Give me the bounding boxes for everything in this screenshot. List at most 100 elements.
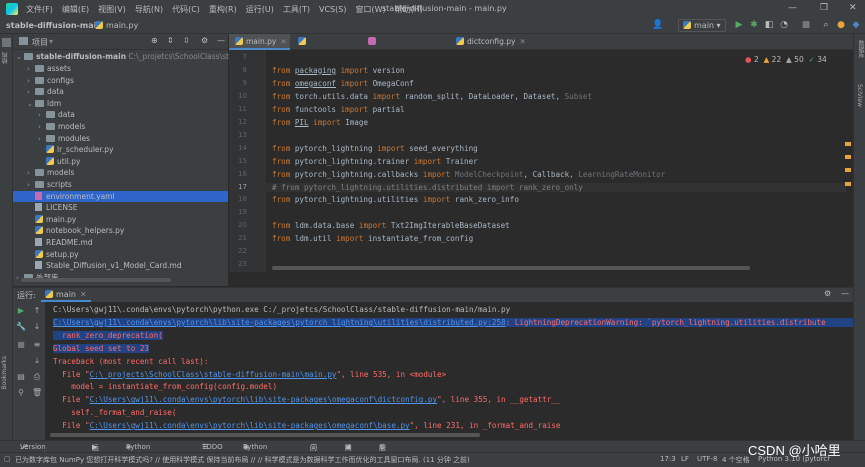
console-line[interactable]: File "C:\_projects\SchoolClass\stable-di… — [53, 370, 446, 379]
menu-item[interactable]: 文件(F) — [26, 4, 53, 15]
code-line[interactable]: from functools import partial — [272, 105, 405, 114]
down-icon[interactable]: ↓ — [32, 322, 42, 332]
tree-item[interactable]: › data — [13, 86, 228, 98]
tool-sciview-label[interactable]: SciView — [856, 84, 863, 107]
gear-icon[interactable]: ⚙ — [824, 289, 831, 298]
user-icon[interactable]: 👤 — [652, 20, 663, 30]
scroll-to-end-icon[interactable]: ⤓ — [32, 356, 42, 366]
file-encoding[interactable]: UTF-8 — [697, 455, 717, 463]
minimize-icon[interactable]: — — [788, 3, 797, 13]
menu-item[interactable]: 代码(C) — [172, 4, 200, 15]
run-config-tab[interactable]: main ✕ — [41, 289, 91, 302]
collapse-all-icon[interactable]: ⇳ — [183, 36, 190, 45]
close-icon[interactable]: ✕ — [280, 37, 286, 46]
error-stripe-marker[interactable] — [845, 182, 851, 186]
code-line[interactable]: from pytorch_lightning import seed_every… — [272, 144, 478, 153]
tree-item[interactable]: environment.yaml — [13, 190, 228, 203]
layout-icon[interactable]: ▤ — [16, 372, 26, 382]
coverage-icon[interactable]: ◧ — [764, 20, 774, 30]
editor-tab[interactable]: dictconfig.py ✕ — [450, 34, 528, 50]
wrench-icon[interactable]: 🔧 — [16, 322, 26, 332]
editor-tab[interactable]: distributed.py✕ — [292, 34, 361, 62]
tree-item[interactable]: › assets — [13, 63, 228, 75]
tree-item[interactable]: util.py — [13, 156, 228, 168]
console-file-link[interactable]: C:\Users\gwj11\.conda\envs\pytorch\lib\s… — [53, 318, 506, 327]
menu-item[interactable]: 视图(V) — [98, 4, 126, 15]
code-line[interactable]: from ldm.util import instantiate_from_co… — [272, 234, 473, 243]
tree-item[interactable]: Stable_Diffusion_v1_Model_Card.md — [13, 260, 228, 272]
console-line[interactable]: File "C:\Users\gwj11\.conda\envs\pytorch… — [53, 395, 560, 404]
tree-item[interactable]: lr_scheduler.py — [13, 144, 228, 156]
rerun-icon[interactable]: ▶ — [16, 306, 26, 316]
code-line[interactable]: from pytorch_lightning.callbacks import … — [272, 170, 665, 179]
expand-all-icon[interactable]: ⇕ — [167, 36, 174, 45]
tree-item[interactable]: README.md — [13, 237, 228, 249]
menu-item[interactable]: 导航(N) — [135, 4, 163, 15]
console-file-link[interactable]: C:\Users\gwj11\.conda\envs\pytorch\lib\s… — [90, 421, 410, 430]
tree-item[interactable]: ⌄ ldm — [13, 98, 228, 110]
console-line[interactable]: model = instantiate_from_config(config.m… — [53, 382, 277, 391]
code-line[interactable]: # from pytorch_lightning.utilities.distr… — [266, 182, 846, 192]
close-icon[interactable]: ✕ — [849, 3, 857, 13]
run-icon[interactable]: ▶ — [734, 20, 744, 30]
stop-icon[interactable]: ■ — [801, 20, 811, 30]
tree-item[interactable]: › modules — [13, 133, 228, 145]
maximize-icon[interactable]: ❐ — [820, 3, 828, 13]
menu-item[interactable]: 编辑(E) — [62, 4, 89, 15]
stop-icon[interactable]: ■ — [16, 340, 26, 350]
console-horizontal-scrollbar[interactable] — [50, 433, 480, 437]
tree-item[interactable]: notebook_helpers.py — [13, 225, 228, 237]
error-stripe-marker[interactable] — [845, 155, 851, 159]
console-line[interactable]: C:\Users\gwj11\.conda\envs\pytorch\lib\s… — [53, 317, 853, 327]
line-separator[interactable]: LF — [681, 455, 689, 463]
editor-tab[interactable]: main.py ✕ — [229, 34, 290, 50]
console-line[interactable]: Traceback (most recent call last): — [53, 357, 208, 366]
pin-icon[interactable]: ⚲ — [16, 388, 26, 398]
code-line[interactable]: from pytorch_lightning.utilities import … — [272, 195, 519, 204]
indent-setting[interactable]: 4 个空格 — [722, 455, 750, 465]
chevron-down-icon[interactable]: ▾ — [49, 37, 53, 46]
console-line[interactable]: self._format_and_raise( — [53, 408, 176, 417]
jetbrains-icon[interactable]: ◆ — [851, 20, 861, 30]
hide-panel-icon[interactable]: — — [217, 36, 225, 45]
console-line[interactable]: Global seed set to 23 — [53, 343, 150, 353]
tool-database-label[interactable]: 数据库 — [856, 40, 865, 58]
code-line[interactable]: from ldm.data.base import Txt2ImgIterabl… — [272, 221, 510, 230]
hide-panel-icon[interactable]: — — [841, 289, 849, 298]
debug-icon[interactable]: ✱ — [749, 20, 759, 30]
inspection-widget[interactable]: ● 2 ▲ 22 ▲ 50 ✓ 34 — [745, 53, 850, 65]
run-config-selector[interactable]: main ▾ — [678, 19, 726, 32]
profile-icon[interactable]: ◔ — [779, 20, 789, 30]
menu-item[interactable]: 工具(T) — [283, 4, 310, 15]
tree-item[interactable]: › data — [13, 109, 228, 121]
project-view-selector[interactable]: 项目 — [32, 37, 48, 48]
tree-item[interactable]: › scripts — [13, 179, 228, 191]
breadcrumb-file[interactable]: main.py — [95, 21, 138, 30]
code-line[interactable]: from pytorch_lightning.trainer import Tr… — [272, 157, 478, 166]
tool-bookmarks-label[interactable]: Bookmarks — [1, 356, 8, 390]
tree-item[interactable]: › configs — [13, 75, 228, 87]
console-line[interactable]: C:\Users\gwj11\.conda\envs\pytorch\pytho… — [53, 305, 510, 314]
code-line[interactable]: from PIL import Image — [272, 118, 368, 127]
menu-item[interactable]: 运行(U) — [246, 4, 274, 15]
caret-position[interactable]: 17:3 — [660, 455, 676, 463]
status-message[interactable]: 已为数字库包 NumPy 您想打开科学模式吗? // 使用科学模式 保持当前布局… — [15, 455, 470, 465]
menu-item[interactable]: VCS(S) — [319, 5, 346, 14]
horizontal-scrollbar[interactable] — [21, 278, 171, 282]
tree-item[interactable]: › models — [13, 121, 228, 133]
tree-item[interactable]: main.py — [13, 214, 228, 226]
search-icon[interactable]: ⌕ — [821, 20, 831, 30]
menu-item[interactable]: 重构(R) — [209, 4, 237, 15]
trash-icon[interactable]: 🗑 — [32, 388, 42, 398]
console-file-link[interactable]: C:\Users\gwj11\.conda\envs\pytorch\lib\s… — [90, 395, 437, 404]
up-icon[interactable]: ↑ — [32, 306, 42, 316]
tree-item[interactable]: › models — [13, 167, 228, 179]
console-line[interactable]: rank_zero_deprecation( — [53, 330, 163, 340]
editor-tab[interactable]: environment.yaml✕ — [362, 34, 448, 62]
error-stripe-marker[interactable] — [845, 168, 851, 172]
close-icon[interactable]: ✕ — [80, 290, 87, 299]
print-icon[interactable]: ⎙ — [32, 372, 42, 382]
close-icon[interactable]: ✕ — [519, 37, 525, 46]
code-line[interactable]: from packaging import version — [272, 66, 405, 75]
editor-horizontal-scrollbar[interactable] — [272, 266, 750, 270]
